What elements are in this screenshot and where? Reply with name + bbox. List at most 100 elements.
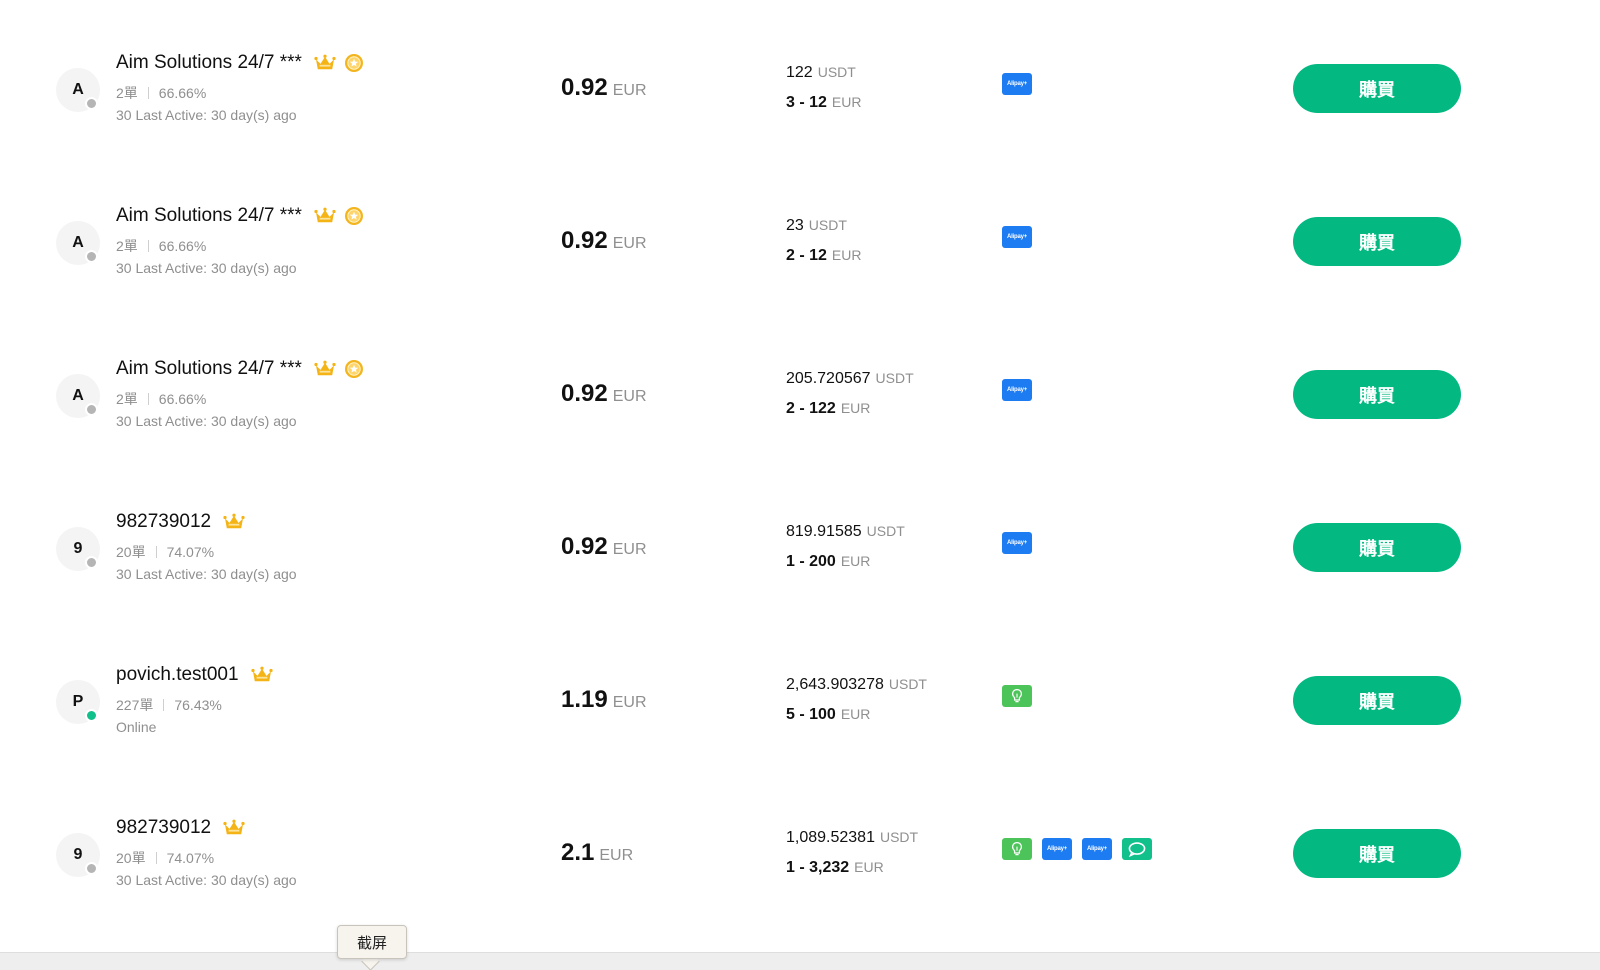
- crown-icon: [314, 54, 336, 72]
- advertiser-name[interactable]: Aim Solutions 24/7 ***: [116, 52, 302, 74]
- amount-value: 23: [786, 217, 804, 234]
- listing-row: 9 982739012 20單 74.07% 30 Last Active: 3…: [0, 765, 1600, 918]
- advertiser-stats: 2單 66.66%: [116, 83, 206, 103]
- advertiser-name[interactable]: 982739012: [116, 817, 211, 839]
- order-limit: 2 - 12 EUR: [786, 247, 861, 265]
- available-amount: 205.720567 USDT: [786, 370, 914, 388]
- avatar[interactable]: A: [56, 68, 100, 112]
- alipay-label: Alipay+: [1006, 81, 1028, 87]
- limit-value: 1 - 200: [786, 553, 836, 570]
- available-amount: 1,089.52381 USDT: [786, 829, 918, 847]
- listing-row: P povich.test001 227單 76.43% Online 1.19…: [0, 612, 1600, 765]
- alipay-icon: Alipay+: [1002, 226, 1032, 248]
- advertiser-name[interactable]: 982739012: [116, 511, 211, 533]
- amount-value: 819.91585: [786, 523, 862, 540]
- available-amount: 2,643.903278 USDT: [786, 676, 927, 694]
- badges: [302, 206, 364, 226]
- amount-value: 2,643.903278: [786, 676, 884, 693]
- price-unit: EUR: [612, 541, 647, 558]
- amount-unit: USDT: [866, 523, 905, 539]
- payment-methods: [1002, 685, 1032, 707]
- advertiser-stats: 2單 66.66%: [116, 236, 206, 256]
- order-limit: 3 - 12 EUR: [786, 94, 861, 112]
- offline-status-dot: [85, 403, 98, 416]
- crown-icon: [314, 207, 336, 225]
- available-amount: 819.91585 USDT: [786, 523, 905, 541]
- alipay-icon: Alipay+: [1042, 838, 1072, 860]
- advertiser-stats: 20單 74.07%: [116, 848, 214, 868]
- divider: [155, 852, 157, 864]
- buy-button[interactable]: 購買: [1293, 217, 1461, 266]
- price: 0.92 EUR: [561, 380, 647, 408]
- completion-rate: 74.07%: [166, 544, 215, 560]
- avatar[interactable]: A: [56, 221, 100, 265]
- offline-status-dot: [85, 97, 98, 110]
- divider: [147, 240, 149, 252]
- bottom-toolbar: [0, 952, 1600, 970]
- buy-button[interactable]: 購買: [1293, 370, 1461, 419]
- bulb-icon: [1002, 685, 1032, 707]
- alipay-label: Alipay+: [1006, 540, 1028, 546]
- limit-value: 3 - 12: [786, 94, 827, 111]
- avatar-letter: P: [72, 693, 84, 710]
- avatar-letter: A: [72, 81, 84, 98]
- alipay-label: Alipay+: [1046, 846, 1068, 852]
- medal-icon: [344, 359, 364, 379]
- badges: [302, 359, 364, 379]
- crown-icon: [223, 819, 245, 837]
- advertiser-name-line: Aim Solutions 24/7 ***: [116, 52, 364, 74]
- avatar[interactable]: P: [56, 680, 100, 724]
- order-limit: 1 - 3,232 EUR: [786, 859, 884, 877]
- limit-unit: EUR: [840, 400, 871, 416]
- amount-unit: USDT: [888, 676, 927, 692]
- offline-status-dot: [85, 862, 98, 875]
- payment-methods: Alipay+: [1002, 73, 1032, 95]
- order-count: 20單: [116, 544, 146, 560]
- limit-unit: EUR: [831, 94, 862, 110]
- payment-methods: Alipay+: [1002, 532, 1032, 554]
- buy-button[interactable]: 購買: [1293, 64, 1461, 113]
- payment-methods: Alipay+: [1002, 379, 1032, 401]
- divider: [147, 393, 149, 405]
- listing-row: 9 982739012 20單 74.07% 30 Last Active: 3…: [0, 459, 1600, 612]
- badges: [239, 666, 273, 684]
- advertiser-name-line: povich.test001: [116, 664, 273, 686]
- order-count: 227單: [116, 697, 154, 713]
- screenshot-tooltip: 截屏: [337, 925, 407, 959]
- avatar[interactable]: 9: [56, 527, 100, 571]
- last-active: 30 Last Active: 30 day(s) ago: [116, 260, 297, 276]
- buy-button[interactable]: 購買: [1293, 676, 1461, 725]
- listing-page: A Aim Solutions 24/7 *** 2單 66.66% 30 La…: [0, 0, 1600, 970]
- amount-value: 205.720567: [786, 370, 871, 387]
- completion-rate: 66.66%: [158, 391, 207, 407]
- completion-rate: 74.07%: [166, 850, 215, 866]
- badges: [211, 513, 245, 531]
- limit-value: 1 - 3,232: [786, 859, 850, 876]
- crown-icon: [250, 666, 273, 684]
- listing-row: A Aim Solutions 24/7 *** 2單 66.66% 30 La…: [0, 306, 1600, 459]
- badges: [211, 819, 245, 837]
- limit-value: 2 - 122: [786, 400, 836, 417]
- advertiser-name[interactable]: povich.test001: [116, 664, 239, 686]
- listing-row: A Aim Solutions 24/7 *** 2單 66.66% 30 La…: [0, 153, 1600, 306]
- advertiser-name[interactable]: Aim Solutions 24/7 ***: [116, 358, 302, 380]
- avatar[interactable]: 9: [56, 833, 100, 877]
- avatar[interactable]: A: [56, 374, 100, 418]
- price: 0.92 EUR: [561, 533, 647, 561]
- alipay-label: Alipay+: [1086, 846, 1108, 852]
- order-count: 20單: [116, 850, 146, 866]
- buy-button[interactable]: 購買: [1293, 829, 1461, 878]
- avatar-letter: A: [72, 234, 84, 251]
- alipay-icon: Alipay+: [1002, 379, 1032, 401]
- order-limit: 2 - 122 EUR: [786, 400, 870, 418]
- crown-icon: [314, 360, 336, 378]
- advertiser-name[interactable]: Aim Solutions 24/7 ***: [116, 205, 302, 227]
- completion-rate: 66.66%: [158, 238, 207, 254]
- divider: [163, 699, 165, 711]
- buy-button[interactable]: 購買: [1293, 523, 1461, 572]
- limit-value: 5 - 100: [786, 706, 836, 723]
- advertiser-name-line: Aim Solutions 24/7 ***: [116, 205, 364, 227]
- completion-rate: 66.66%: [158, 85, 207, 101]
- completion-rate: 76.43%: [174, 697, 222, 713]
- listing-row: A Aim Solutions 24/7 *** 2單 66.66% 30 La…: [0, 0, 1600, 153]
